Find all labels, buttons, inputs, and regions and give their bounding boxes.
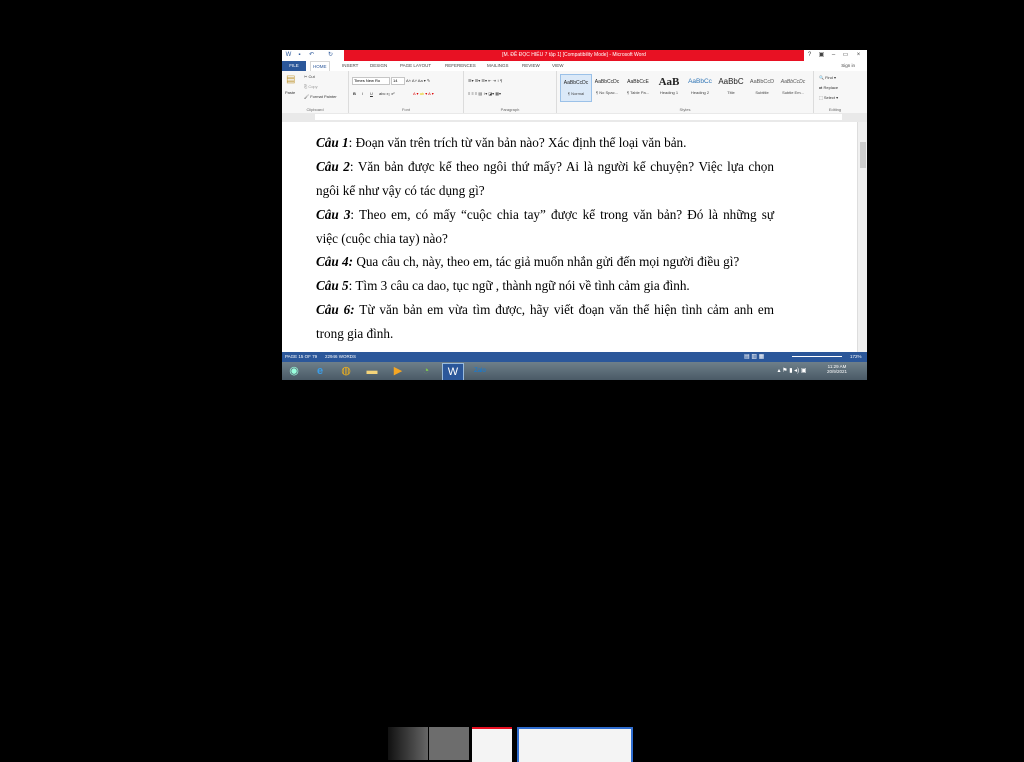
bullets-icon[interactable]: ☰▾ ☰▾ ☰▾ ⇤ ⇥ ↕ ¶ — [468, 78, 502, 83]
paragraph-group: ☰▾ ☰▾ ☰▾ ⇤ ⇥ ↕ ¶ ≡ ≡ ≡ ▤ ↕▾ ◪▾ ▦▾ Paragr… — [464, 71, 557, 113]
replace-button[interactable]: ⇄ Replace — [819, 85, 838, 90]
italic-button[interactable]: I — [362, 91, 363, 96]
underline-button[interactable]: U — [370, 91, 373, 96]
font-label: Font — [401, 107, 410, 112]
window-title: [M. ĐỀ ĐỌC HIỂU 7 tập 1] [Compatibility … — [502, 52, 646, 58]
style-no-spacing[interactable]: AaBbCcDc ¶ No Spac... — [592, 74, 622, 100]
cut-button[interactable]: ✂ Cut — [304, 74, 315, 79]
paragraph-label: Paragraph — [500, 107, 520, 112]
doc-line: Câu 4: Qua câu ch, này, theo em, tác giả… — [316, 254, 740, 269]
word-icon: W — [285, 52, 292, 58]
styles-group: AaBbCcDc ¶ Normal AaBbCcDc ¶ No Spac... … — [557, 71, 814, 113]
style-heading-2[interactable]: AaBbCc Heading 2 — [685, 74, 715, 100]
zoom-slider[interactable] — [792, 356, 842, 357]
clipboard-group: ▤ Paste ✂ Cut ⎘ Copy 🖌 Format Painter Cl… — [282, 71, 349, 113]
status-bar: PAGE 15 OF 79 22946 WORDS ▤ ▥ ▦ 172% — [282, 352, 867, 362]
style-normal[interactable]: AaBbCcDc ¶ Normal — [560, 74, 592, 102]
font-name-select[interactable]: Times New Ro — [352, 77, 390, 85]
tab-design[interactable]: DESIGN — [368, 61, 389, 71]
find-button[interactable]: 🔍 Find ▾ — [819, 75, 836, 80]
select-button[interactable]: ⬚ Select ▾ — [819, 95, 838, 100]
ie-icon[interactable]: e — [310, 363, 330, 379]
paste-icon[interactable]: ▤ — [286, 74, 295, 85]
folder-icon[interactable]: ▬ — [362, 363, 382, 379]
styles-label: Styles — [679, 107, 691, 112]
word-taskbar-icon[interactable]: W — [442, 363, 464, 380]
tab-references[interactable]: REFERENCES — [443, 61, 478, 71]
redo-icon[interactable]: ↻ — [327, 52, 334, 59]
thumbnail[interactable] — [472, 727, 512, 762]
align-icon[interactable]: ≡ ≡ ≡ ▤ ↕▾ ◪▾ ▦▾ — [468, 91, 501, 96]
window-thumbnails — [388, 727, 633, 762]
taskbar: ◉ e ◍ ▬ ▶ ◔ W Zalo ▴ ⚑ ▮ ◂) ▣ 11:29 AM 20… — [282, 362, 867, 380]
undo-icon[interactable]: ↶ — [308, 52, 315, 59]
doc-line: việc (cuộc chia tay) nào? — [316, 231, 448, 246]
doc-line: Câu 6: Từ văn bản em vừa tìm được, hãy v… — [316, 302, 774, 317]
paste-button[interactable]: Paste — [285, 90, 295, 95]
style-table-paragraph[interactable]: AaBbCcE ¶ Table Pa... — [623, 74, 653, 100]
clock[interactable]: 11:29 AM 20/9/2021 — [822, 364, 852, 374]
tray-icon[interactable]: ▴ ⚑ ▮ ◂) ▣ — [770, 363, 814, 379]
tab-file[interactable]: FILE — [282, 61, 306, 71]
font-group: Times New Ro 14 A˄ A˅ Aa ▾ ✎ B I U abc x… — [349, 71, 464, 113]
close-button[interactable]: × — [853, 50, 864, 61]
vertical-scrollbar[interactable] — [857, 122, 867, 352]
title-bar: W ▪ ↶ ↻ [M. ĐỀ ĐỌC HIỂU 7 tập 1] [Compat… — [282, 50, 867, 61]
save-icon[interactable]: ▪ — [296, 52, 303, 59]
tab-page-layout[interactable]: PAGE LAYOUT — [398, 61, 433, 71]
minimize-button[interactable]: – — [828, 50, 839, 61]
font-size-select[interactable]: 14 — [391, 77, 405, 85]
style-heading-1[interactable]: AaB Heading 1 — [654, 74, 684, 100]
start-button[interactable]: ◉ — [284, 363, 304, 379]
app-icon[interactable]: ◔ — [416, 363, 436, 379]
thumbnail-active[interactable] — [517, 727, 633, 762]
clipboard-label: Clipboard — [306, 107, 324, 112]
tab-view[interactable]: VIEW — [550, 61, 566, 71]
bold-button[interactable]: B — [353, 91, 356, 96]
doc-line: ngôi kể như vậy có tác dụng gì? — [316, 183, 485, 198]
thumbnail[interactable] — [429, 727, 469, 760]
word-count[interactable]: 22946 WORDS — [325, 352, 356, 362]
sign-in-link[interactable]: Sign in — [841, 61, 855, 71]
thumbnail[interactable] — [388, 727, 428, 760]
grow-font-icon[interactable]: A˄ A˅ Aa ▾ ✎ — [406, 78, 430, 83]
tab-insert[interactable]: INSERT — [340, 61, 360, 71]
format-painter-button[interactable]: 🖌 Format Painter — [304, 94, 337, 99]
editing-group: 🔍 Find ▾ ⇄ Replace ⬚ Select ▾ Editing — [815, 71, 855, 113]
doc-line: Câu 2: Văn bản được kể theo ngôi thứ mấy… — [316, 159, 774, 174]
copy-button[interactable]: ⎘ Copy — [304, 84, 318, 89]
chrome-icon[interactable]: ◍ — [336, 363, 356, 379]
ribbon: ▤ Paste ✂ Cut ⎘ Copy 🖌 Format Painter Cl… — [282, 71, 867, 114]
document-page[interactable]: Câu 1: Đoạn văn trên trích từ văn bản nà… — [282, 122, 867, 352]
style-subtle-emphasis[interactable]: AaBbCcDc Subtle Em... — [778, 74, 808, 100]
zoom-level[interactable]: 172% — [850, 352, 862, 362]
page-count[interactable]: PAGE 15 OF 79 — [285, 352, 317, 362]
doc-line: Câu 3: Theo em, có mấy “cuộc chia tay” đ… — [316, 207, 774, 222]
doc-line: Câu 1: Đoạn văn trên trích từ văn bản nà… — [316, 135, 687, 150]
style-title[interactable]: AaBbC Title — [716, 74, 746, 100]
word-window: W ▪ ↶ ↻ [M. ĐỀ ĐỌC HIỂU 7 tập 1] [Compat… — [282, 50, 867, 362]
zalo-icon[interactable]: Zalo — [470, 363, 490, 379]
font-color-icon[interactable]: A ▾ ab ▾ A ▾ — [413, 91, 434, 96]
doc-line: Câu 5: Tìm 3 câu ca dao, tục ngữ , thành… — [316, 278, 690, 293]
tab-review[interactable]: REVIEW — [520, 61, 542, 71]
tab-mailings[interactable]: MAILINGS — [485, 61, 511, 71]
view-icon[interactable]: ▤ ▥ ▦ — [744, 352, 764, 362]
ribbon-display-button[interactable]: ▣ — [816, 50, 827, 61]
strikethrough-icon[interactable]: abc x₂ x² — [379, 91, 395, 96]
maximize-button[interactable]: ▭ — [840, 50, 851, 61]
doc-line: trong gia đình. — [316, 326, 394, 341]
style-subtitle[interactable]: AaBbCcD Subtitle — [747, 74, 777, 100]
editing-label: Editing — [828, 107, 842, 112]
help-button[interactable]: ? — [804, 50, 815, 61]
media-player-icon[interactable]: ▶ — [388, 363, 408, 379]
